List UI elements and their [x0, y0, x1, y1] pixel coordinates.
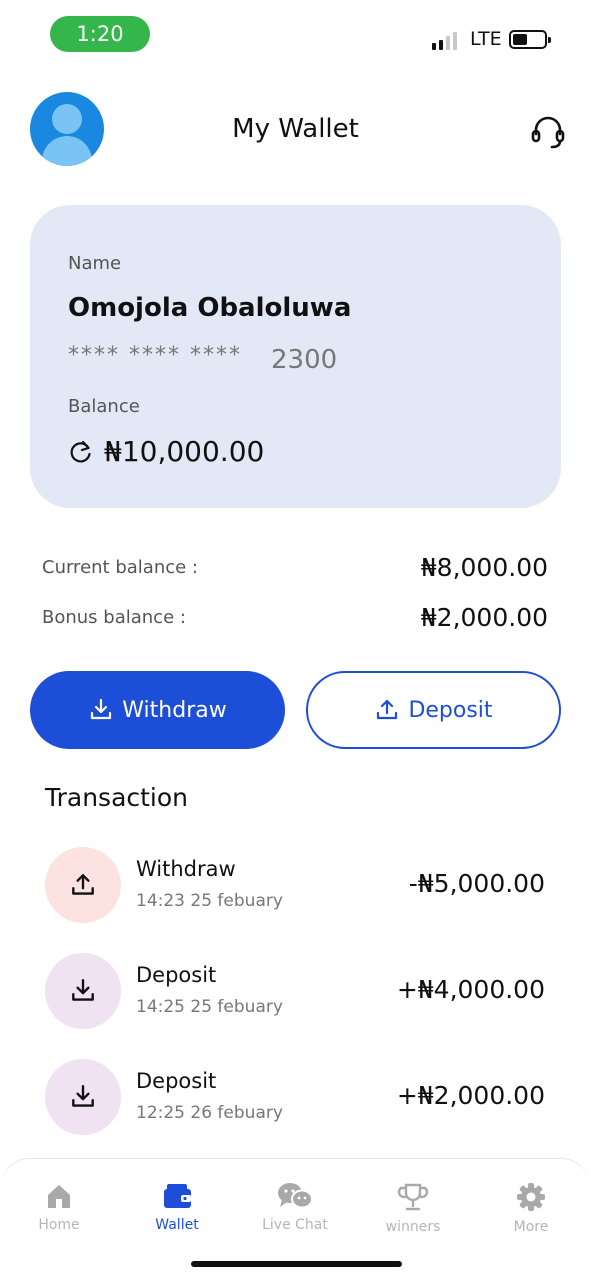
- nav-label: Wallet: [155, 1217, 199, 1233]
- bonus-balance-label: Bonus balance :: [42, 607, 186, 628]
- transaction-icon-bg: [45, 953, 121, 1029]
- battery-icon: [509, 30, 551, 49]
- withdraw-button[interactable]: Withdraw: [30, 671, 285, 749]
- trophy-icon: [397, 1183, 429, 1211]
- name-label: Name: [68, 253, 122, 274]
- nav-label: winners: [385, 1219, 441, 1235]
- bonus-balance-value: ₦2,000.00: [420, 603, 548, 632]
- nav-item-wallet[interactable]: Wallet: [118, 1181, 236, 1233]
- transactions-title: Transaction: [45, 783, 189, 812]
- refresh-icon[interactable]: [68, 439, 94, 465]
- nav-item-more[interactable]: More: [472, 1181, 590, 1235]
- card-number-mask: **** **** ****: [68, 343, 242, 368]
- deposit-label: Deposit: [408, 697, 493, 723]
- deposit-button[interactable]: Deposit: [306, 671, 561, 749]
- signal-icon: [432, 30, 457, 50]
- withdraw-label: Withdraw: [122, 697, 227, 723]
- transaction-amount: +₦4,000.00: [396, 975, 545, 1004]
- transaction-date: 14:25 25 febuary: [136, 997, 283, 1017]
- wallet-icon: [164, 1184, 191, 1208]
- upload-icon: [72, 874, 94, 895]
- card-last-four: 2300: [271, 345, 338, 375]
- nav-item-live-chat[interactable]: Live Chat: [236, 1181, 354, 1233]
- transaction-amount: -₦5,000.00: [408, 869, 545, 898]
- transaction-row[interactable]: Withdraw 14:23 25 febuary -₦5,000.00: [45, 847, 545, 925]
- nav-label: More: [513, 1219, 549, 1235]
- upload-icon: [377, 699, 398, 720]
- wallet-card: Name Omojola Obaloluwa **** **** **** 23…: [30, 205, 561, 508]
- home-icon: [48, 1185, 70, 1208]
- transaction-date: 12:25 26 febuary: [136, 1103, 283, 1123]
- transaction-date: 14:23 25 febuary: [136, 891, 283, 911]
- transaction-icon-bg: [45, 1059, 121, 1135]
- nav-item-home[interactable]: Home: [0, 1181, 118, 1233]
- status-bar: 1:20 LTE: [0, 0, 591, 70]
- header: My Wallet: [0, 92, 591, 170]
- current-balance-row: Current balance : ₦8,000.00: [42, 553, 548, 582]
- transaction-row[interactable]: Deposit 12:25 26 febuary +₦2,000.00: [45, 1059, 545, 1137]
- headset-icon[interactable]: [528, 112, 568, 152]
- network-label: LTE: [470, 28, 502, 50]
- bonus-balance-row: Bonus balance : ₦2,000.00: [42, 603, 548, 632]
- download-icon: [91, 698, 112, 720]
- card-holder-name: Omojola Obaloluwa: [68, 293, 352, 323]
- page-title: My Wallet: [232, 114, 359, 144]
- download-icon: [72, 1085, 94, 1107]
- gear-icon: [517, 1183, 545, 1211]
- transaction-icon-bg: [45, 847, 121, 923]
- transaction-amount: +₦2,000.00: [396, 1081, 545, 1110]
- chat-icon: [278, 1183, 313, 1209]
- home-indicator[interactable]: [191, 1261, 402, 1267]
- transaction-type: Deposit: [136, 1069, 217, 1093]
- transaction-row[interactable]: Deposit 14:25 25 febuary +₦4,000.00: [45, 953, 545, 1031]
- status-time: 1:20: [50, 16, 150, 52]
- balance-label: Balance: [68, 396, 140, 417]
- card-balance: ₦10,000.00: [104, 435, 265, 468]
- transaction-type: Deposit: [136, 963, 217, 987]
- balance-row: ₦10,000.00: [68, 435, 264, 468]
- transaction-type: Withdraw: [136, 857, 236, 881]
- download-icon: [72, 979, 94, 1001]
- current-balance-label: Current balance :: [42, 557, 198, 578]
- nav-item-winners[interactable]: winners: [354, 1181, 472, 1235]
- current-balance-value: ₦8,000.00: [420, 553, 548, 582]
- nav-label: Live Chat: [262, 1217, 328, 1233]
- nav-label: Home: [38, 1217, 80, 1233]
